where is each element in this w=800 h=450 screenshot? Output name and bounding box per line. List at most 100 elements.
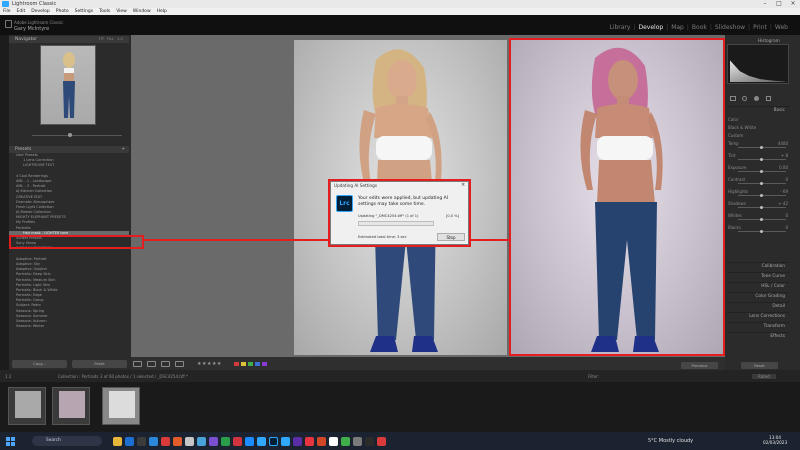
taskbar-app-icon[interactable] bbox=[125, 437, 134, 446]
basic-section-header[interactable]: Basic bbox=[727, 106, 789, 114]
menu-item-develop[interactable]: Develop bbox=[31, 8, 50, 15]
section-lens-corrections[interactable]: Lens Corrections bbox=[727, 312, 789, 320]
navigator-header[interactable]: Navigator FIT FILL 1:1 bbox=[9, 36, 129, 43]
filmstrip-thumb-selected[interactable] bbox=[102, 387, 140, 425]
before-after-icon[interactable] bbox=[147, 361, 156, 367]
paste-button[interactable]: Paste bbox=[72, 360, 127, 368]
taskbar-app-icon[interactable] bbox=[353, 437, 362, 446]
basic-value[interactable]: - 69 bbox=[728, 188, 788, 195]
heal-tool-icon[interactable] bbox=[742, 96, 747, 101]
taskbar-app-icon[interactable] bbox=[281, 437, 290, 446]
taskbar-app-icon[interactable] bbox=[149, 437, 158, 446]
basic-slider[interactable] bbox=[738, 145, 786, 149]
presets-add-icon[interactable]: + bbox=[121, 146, 125, 153]
presets-header[interactable]: Presets + bbox=[9, 146, 129, 153]
taskbar-app-icon[interactable] bbox=[293, 437, 302, 446]
navigator-preview[interactable] bbox=[40, 45, 96, 125]
section-color-grading[interactable]: Color Grading bbox=[727, 292, 789, 300]
stop-button[interactable]: Stop bbox=[437, 233, 465, 241]
page-indicator[interactable]: 1 2 bbox=[5, 374, 11, 379]
basic-value[interactable]: + 42 bbox=[728, 200, 788, 207]
color-label-swatch[interactable] bbox=[248, 362, 253, 366]
taskbar-clock[interactable]: 13:04 02/03/2023 bbox=[763, 435, 787, 445]
menu-item-settings[interactable]: Settings bbox=[75, 8, 93, 15]
collection-path[interactable]: Collection : Portraits bbox=[58, 374, 98, 379]
taskbar-app-icon[interactable] bbox=[377, 437, 386, 446]
basic-slider[interactable] bbox=[738, 193, 786, 197]
menu-item-edit[interactable]: Edit bbox=[17, 8, 26, 15]
filmstrip-thumb[interactable] bbox=[52, 387, 90, 425]
taskbar-app-icon[interactable] bbox=[137, 437, 146, 446]
dialog-close-icon[interactable]: × bbox=[461, 182, 465, 188]
basic-value[interactable]: 4400 bbox=[728, 140, 788, 147]
loupe-view-icon[interactable] bbox=[133, 361, 142, 367]
taskbar-app-icon[interactable] bbox=[113, 437, 122, 446]
menu-item-help[interactable]: Help bbox=[157, 8, 167, 15]
basic-value[interactable]: 0 bbox=[728, 176, 788, 183]
copy-button[interactable]: Copy... bbox=[12, 360, 67, 368]
redeye-tool-icon[interactable] bbox=[766, 96, 771, 101]
taskbar-app-icon[interactable] bbox=[161, 437, 170, 446]
survey-icon[interactable] bbox=[175, 361, 184, 367]
crop-tool-icon[interactable] bbox=[730, 96, 736, 101]
basic-value[interactable]: + 8 bbox=[728, 152, 788, 159]
taskbar-app-icon[interactable] bbox=[245, 437, 254, 446]
minimize-button[interactable]: – bbox=[758, 0, 772, 8]
taskbar-app-icon[interactable] bbox=[209, 437, 218, 446]
basic-slider[interactable] bbox=[738, 229, 786, 233]
taskbar-app-icon[interactable] bbox=[269, 437, 278, 446]
section-detail[interactable]: Detail bbox=[727, 302, 789, 310]
preset-item[interactable]: Seasons: Winter bbox=[9, 324, 129, 329]
reset-button[interactable]: Reset bbox=[741, 362, 778, 369]
filmstrip-thumb[interactable] bbox=[8, 387, 46, 425]
nav-fit[interactable]: FIT bbox=[99, 36, 104, 43]
color-label-swatch[interactable] bbox=[234, 362, 239, 366]
basic-slider[interactable] bbox=[738, 169, 786, 173]
basic-slider[interactable] bbox=[738, 157, 786, 161]
taskbar-app-icon[interactable] bbox=[257, 437, 266, 446]
taskbar-app-icon[interactable] bbox=[365, 437, 374, 446]
maximize-button[interactable]: □ bbox=[772, 0, 786, 8]
mask-tool-icon[interactable] bbox=[754, 96, 759, 101]
taskbar-app-icon[interactable] bbox=[341, 437, 350, 446]
module-slideshow[interactable]: Slideshow bbox=[715, 24, 745, 31]
section-hsl-color[interactable]: HSL / Color bbox=[727, 282, 789, 290]
navigator-zoom-slider[interactable] bbox=[12, 131, 127, 139]
menu-item-tools[interactable]: Tools bbox=[99, 8, 110, 15]
menu-item-file[interactable]: File bbox=[3, 8, 11, 15]
nav-1to1[interactable]: 1:1 bbox=[117, 36, 123, 43]
taskbar-app-icon[interactable] bbox=[221, 437, 230, 446]
section-transform[interactable]: Transform bbox=[727, 322, 789, 330]
module-map[interactable]: Map bbox=[671, 24, 684, 31]
basic-slider[interactable] bbox=[738, 181, 786, 185]
module-develop[interactable]: Develop bbox=[638, 24, 663, 31]
menu-item-window[interactable]: Window bbox=[133, 8, 151, 15]
module-library[interactable]: Library bbox=[609, 24, 630, 31]
rating-stars[interactable]: ★★★★★ bbox=[197, 361, 222, 367]
left-panel-edge[interactable] bbox=[0, 35, 9, 370]
color-label-swatch[interactable] bbox=[262, 362, 267, 366]
menu-item-view[interactable]: View bbox=[116, 8, 127, 15]
color-label-swatch[interactable] bbox=[241, 362, 246, 366]
module-book[interactable]: Book bbox=[692, 24, 707, 31]
section-calibration[interactable]: Calibration bbox=[727, 262, 789, 270]
weather-widget[interactable]: 5°C Mostly cloudy bbox=[648, 438, 693, 444]
basic-value[interactable]: 0 bbox=[728, 224, 788, 231]
basic-slider[interactable] bbox=[738, 205, 786, 209]
module-web[interactable]: Web bbox=[775, 24, 788, 31]
taskbar-app-icon[interactable] bbox=[329, 437, 338, 446]
menu-item-photo[interactable]: Photo bbox=[56, 8, 69, 15]
taskbar-app-icon[interactable] bbox=[173, 437, 182, 446]
nav-fill[interactable]: FILL bbox=[107, 36, 114, 43]
taskbar-app-icon[interactable] bbox=[197, 437, 206, 446]
basic-value[interactable]: 0 bbox=[728, 212, 788, 219]
compare-icon[interactable] bbox=[161, 361, 170, 367]
taskbar-app-icon[interactable] bbox=[305, 437, 314, 446]
module-print[interactable]: Print bbox=[753, 24, 767, 31]
section-tone-curve[interactable]: Tone Curve bbox=[727, 272, 789, 280]
taskbar-app-icon[interactable] bbox=[233, 437, 242, 446]
previous-button[interactable]: Previous bbox=[681, 362, 718, 369]
color-label-swatch[interactable] bbox=[255, 362, 260, 366]
section-effects[interactable]: Effects bbox=[727, 332, 789, 340]
basic-value[interactable]: 0.00 bbox=[728, 164, 788, 171]
